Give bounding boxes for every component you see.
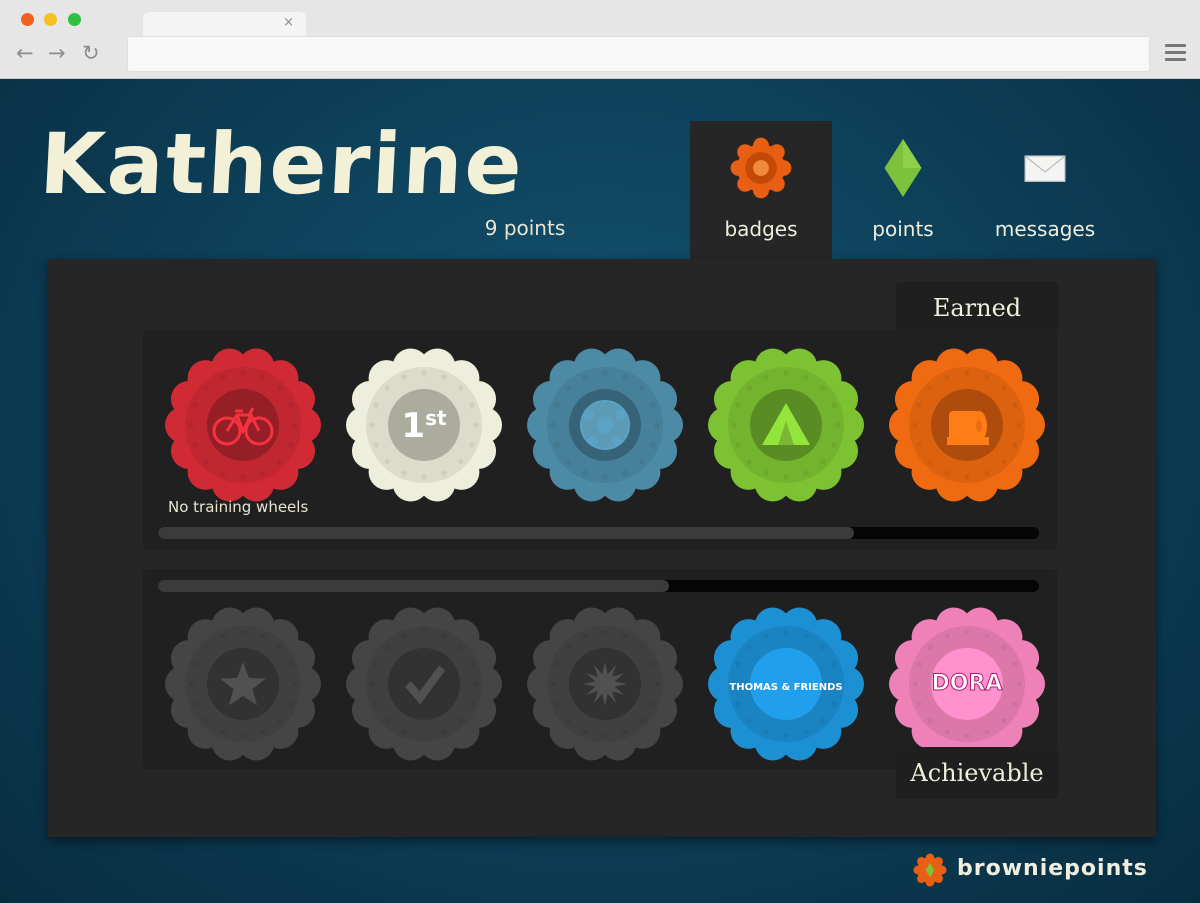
toilet-paper-icon: [889, 348, 1045, 502]
star-icon: [165, 607, 321, 761]
soccer-ball-icon: [527, 348, 683, 502]
tab-messages[interactable]: messages: [974, 121, 1116, 261]
close-window-button[interactable]: [21, 13, 34, 26]
checkmark-icon: [346, 607, 502, 761]
checkmark-badge[interactable]: [344, 604, 504, 764]
badge-icon: [730, 137, 792, 199]
forward-arrow-icon[interactable]: →: [48, 43, 66, 64]
earned-progress-bar: [158, 527, 1039, 539]
minimize-window-button[interactable]: [44, 13, 57, 26]
diamond-icon: [884, 138, 922, 198]
earned-label: Earned: [896, 282, 1058, 334]
tab-label: messages: [994, 217, 1096, 241]
browniepoints-logo-icon: [913, 853, 947, 887]
first-place-badge[interactable]: 1st: [344, 345, 504, 505]
user-name: Katherine: [37, 115, 527, 213]
achievable-progress-bar: [158, 580, 1039, 592]
achievable-progress-fill: [158, 580, 669, 592]
badge-caption: No training wheels: [168, 498, 309, 516]
envelope-icon: [1024, 155, 1066, 182]
toilet-paper-badge[interactable]: [887, 345, 1047, 505]
tab-label: badges: [724, 217, 798, 241]
tab-label: points: [872, 217, 934, 241]
achievable-label: Achievable: [896, 747, 1058, 799]
tent-icon: [708, 348, 864, 502]
tab-close-icon[interactable]: ×: [283, 15, 294, 30]
star-badge[interactable]: [163, 604, 323, 764]
app-page: Katherine 9 points badges points message…: [0, 79, 1200, 903]
bicycle-badge[interactable]: [163, 345, 323, 505]
dora-explorer-badge[interactable]: DORA: [887, 604, 1047, 764]
soccer-ball-badge[interactable]: [525, 345, 685, 505]
dora-explorer-icon: DORA: [889, 607, 1045, 761]
tab-points[interactable]: points: [832, 121, 974, 261]
earned-progress-fill: [158, 527, 854, 539]
starburst-icon: [527, 607, 683, 761]
logo-text: DORA: [932, 671, 1003, 696]
thomas-and-friends-icon: THOMAS & FRIENDS: [708, 607, 864, 761]
first-place-icon: 1st: [346, 348, 502, 502]
reload-icon[interactable]: ↻: [82, 43, 100, 64]
back-arrow-icon[interactable]: ←: [16, 43, 34, 64]
starburst-badge[interactable]: [525, 604, 685, 764]
user-points-total: 9 points: [484, 216, 566, 240]
browser-tab[interactable]: ×: [143, 12, 306, 36]
brand-name: browniepoints: [957, 856, 1148, 881]
tent-badge[interactable]: [706, 345, 866, 505]
logo-text: THOMAS & FRIENDS: [729, 682, 842, 693]
address-bar[interactable]: [127, 36, 1150, 72]
browser-chrome: × ← → ↻: [0, 0, 1200, 79]
tab-badges[interactable]: badges: [690, 121, 832, 261]
badges-panel: Earned 1st No training wheels THOMAS & F…: [48, 259, 1156, 837]
thomas-and-friends-badge[interactable]: THOMAS & FRIENDS: [706, 604, 866, 764]
maximize-window-button[interactable]: [68, 13, 81, 26]
hamburger-menu-icon[interactable]: [1165, 44, 1186, 65]
bicycle-icon: [165, 348, 321, 502]
